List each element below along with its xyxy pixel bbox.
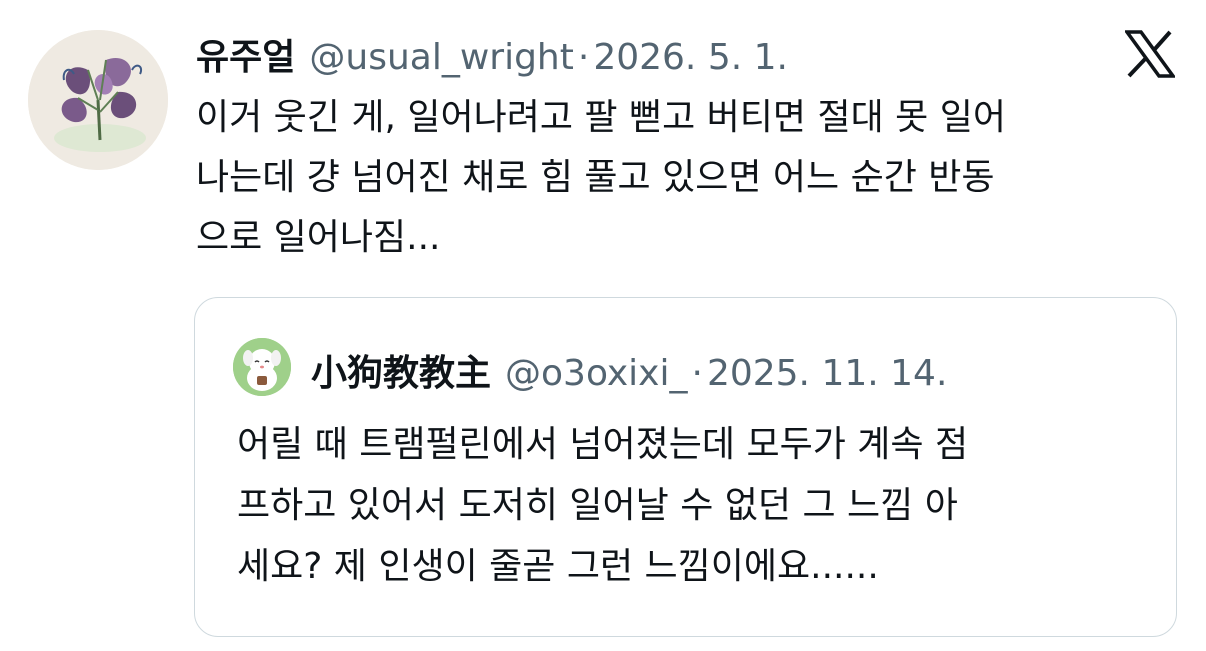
tweet-text-line: 이거 웃긴 게, 일어나려고 팔 뻗고 버티면 절대 못 일어 <box>196 97 1006 138</box>
quoted-text-line: 프하고 있어서 도저히 일어날 수 없던 그 느낌 아 <box>237 485 958 526</box>
quoted-tweet-card[interactable]: 小狗教教主 @o3oxixi_ · 2025. 11. 14. 어릴 때 트램펄… <box>194 297 1177 637</box>
author-display-name[interactable]: 유주얼 <box>196 28 295 80</box>
quoted-text-line: 어릴 때 트램펄린에서 넘어졌는데 모두가 계속 점 <box>237 424 969 465</box>
quoted-author-handle[interactable]: @o3oxixi_ <box>505 353 687 394</box>
separator-dot: · <box>691 353 703 394</box>
x-logo-icon[interactable] <box>1125 30 1175 78</box>
separator-dot: · <box>577 37 590 78</box>
tweet-text: 이거 웃긴 게, 일어나려고 팔 뻗고 버티면 절대 못 일어 나는데 걍 넘어… <box>196 88 1186 268</box>
quoted-author-avatar[interactable] <box>233 338 291 396</box>
quoted-tweet-date[interactable]: 2025. 11. 14. <box>707 353 947 394</box>
tweet-text-line: 나는데 걍 넘어진 채로 힘 풀고 있으면 어느 순간 반동 <box>196 157 995 198</box>
author-avatar[interactable] <box>28 30 168 170</box>
quoted-tweet-text: 어릴 때 트램펄린에서 넘어졌는데 모두가 계속 점 프하고 있어서 도저히 일… <box>237 414 1157 597</box>
tweet-text-line: 으로 일어나짐... <box>196 217 441 258</box>
cartoon-dog-avatar <box>233 338 291 396</box>
author-handle[interactable]: @usual_wright <box>309 37 573 78</box>
tweet-header: 유주얼 @usual_wright · 2026. 5. 1. <box>196 28 788 78</box>
quoted-text-line: 세요? 제 인생이 줄곧 그런 느낌이에요...... <box>237 546 879 587</box>
quoted-author-display-name[interactable]: 小狗教教主 <box>311 344 491 396</box>
plant-illustration-avatar <box>28 30 168 170</box>
tweet-date[interactable]: 2026. 5. 1. <box>593 37 788 78</box>
quoted-tweet-header: 小狗教教主 @o3oxixi_ · 2025. 11. 14. <box>311 344 947 396</box>
